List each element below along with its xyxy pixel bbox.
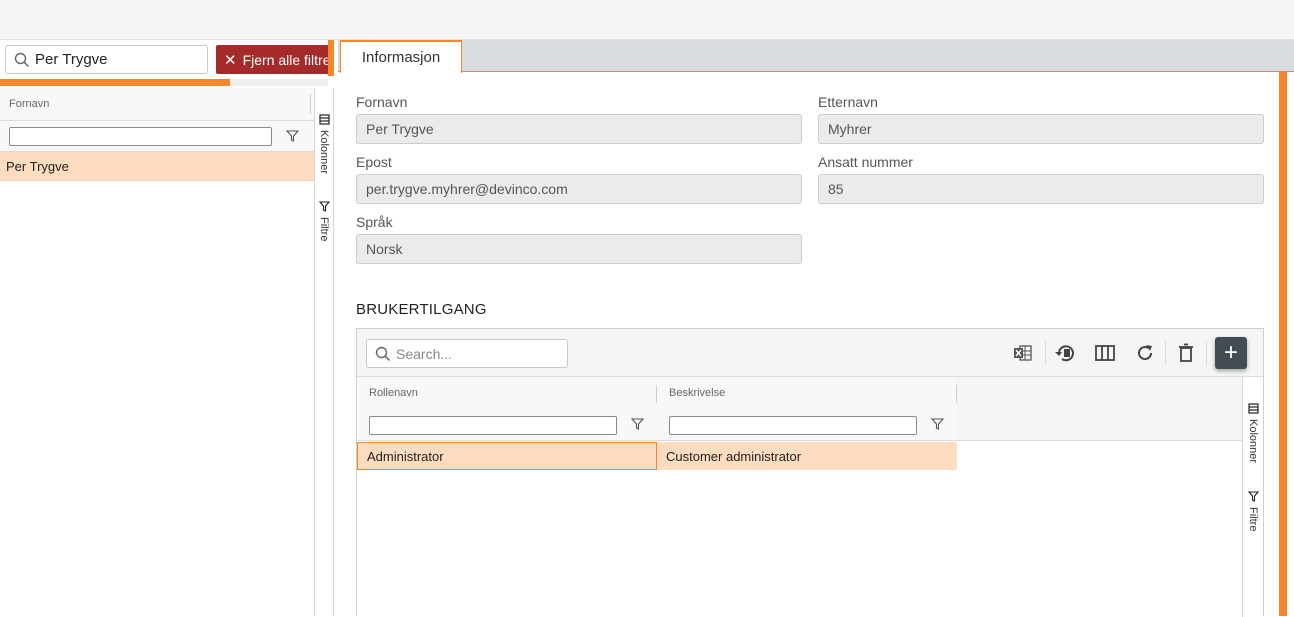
section-title: BRUKERTILGANG <box>356 301 487 318</box>
tab-bar: Informasjon <box>338 40 1294 73</box>
column-header-label: Beskrivelse <box>669 387 726 399</box>
add-button[interactable]: + <box>1215 337 1247 369</box>
filters-toggle[interactable]: Filtre <box>318 201 330 241</box>
column-header-label: Fornavn <box>9 98 50 110</box>
clear-filters-label: Fjern alle filtre <box>242 51 328 68</box>
columns-label: Kolonner <box>1247 419 1259 464</box>
last-name-label: Etternavn <box>818 94 878 110</box>
language-field[interactable]: Norsk <box>356 234 802 264</box>
toolbar-separator <box>1206 341 1207 365</box>
filter-row <box>357 409 957 441</box>
role-cell[interactable]: Administrator <box>357 442 657 470</box>
grid-side-rail: Kolonner Filtre <box>1242 377 1263 617</box>
excel-icon <box>1014 345 1032 361</box>
clear-filters-button[interactable]: ✕ Fjern alle filtre <box>216 45 328 74</box>
search-input[interactable]: Per Trygve <box>5 45 208 74</box>
role-value: Administrator <box>367 448 444 464</box>
filter-icon[interactable] <box>931 418 944 430</box>
employee-number-field[interactable]: 85 <box>818 174 1264 204</box>
email-field[interactable]: per.trygve.myhrer@devinco.com <box>356 174 802 204</box>
table-row[interactable]: Per Trygve <box>0 152 314 181</box>
progress-bar <box>0 79 230 86</box>
grid-search-input[interactable]: Search... <box>366 339 568 368</box>
columns-label: Kolonner <box>318 130 330 175</box>
columns-toggle[interactable]: Kolonner <box>1247 403 1259 463</box>
filter-icon[interactable] <box>631 418 644 430</box>
plus-icon: + <box>1223 339 1238 366</box>
grid-toolbar: Search... + <box>357 329 1263 377</box>
column-separator[interactable] <box>310 94 311 114</box>
filter-icon[interactable] <box>286 130 299 142</box>
trash-icon <box>1179 343 1193 362</box>
column-separator[interactable] <box>656 385 657 403</box>
first-name-field[interactable]: Per Trygve <box>356 114 802 144</box>
export-excel-button[interactable] <box>1011 341 1035 365</box>
accent-bar <box>328 40 334 76</box>
filter-icon <box>318 201 330 212</box>
search-value: Per Trygve <box>35 51 108 68</box>
search-icon <box>14 52 30 67</box>
delete-button[interactable] <box>1174 341 1198 365</box>
row-first-name: Per Trygve <box>6 158 69 174</box>
description-value: Customer administrator <box>666 448 802 464</box>
grid-side-rail: Kolonner Filtre <box>316 88 334 616</box>
last-name-value: Myhrer <box>828 121 872 137</box>
first-name-value: Per Trygve <box>366 121 434 137</box>
reset-layout-button[interactable] <box>1053 341 1077 365</box>
columns-icon <box>318 114 330 125</box>
filters-toggle[interactable]: Filtre <box>1247 491 1259 531</box>
top-bar <box>0 0 1294 40</box>
search-placeholder: Search... <box>396 345 453 362</box>
description-cell[interactable]: Customer administrator <box>657 442 957 470</box>
column-header-rollenavn[interactable]: Rollenavn <box>369 377 418 409</box>
column-filter-input[interactable] <box>9 126 272 146</box>
tab-label: Informasjon <box>361 49 441 66</box>
last-name-field[interactable]: Myhrer <box>818 114 1264 144</box>
column-header-fornavn[interactable]: Fornavn <box>0 88 314 121</box>
search-icon <box>375 346 391 361</box>
tab-informasjon[interactable]: Informasjon <box>340 40 462 73</box>
role-filter-input[interactable] <box>369 416 617 435</box>
history-icon <box>1055 345 1074 362</box>
first-name-label: Fornavn <box>356 94 408 110</box>
toolbar-separator <box>1165 341 1166 365</box>
column-header-beskrivelse[interactable]: Beskrivelse <box>669 377 725 409</box>
columns-icon <box>1247 403 1259 414</box>
columns-button[interactable] <box>1093 341 1117 365</box>
employee-grid: Fornavn Per Trygve <box>0 88 315 616</box>
employee-number-value: 85 <box>828 181 844 197</box>
filters-label: Filtre <box>1247 507 1259 532</box>
accent-bar <box>1279 72 1287 616</box>
columns-icon <box>1095 345 1115 361</box>
email-value: per.trygve.myhrer@devinco.com <box>366 181 568 197</box>
access-grid: Search... + Rollenavn Beskrivelse Admini… <box>356 328 1264 617</box>
refresh-button[interactable] <box>1133 341 1157 365</box>
progress-track <box>230 79 328 86</box>
grid-header: Rollenavn Beskrivelse <box>357 377 957 409</box>
columns-toggle[interactable]: Kolonner <box>318 114 330 174</box>
email-label: Epost <box>356 154 392 170</box>
grid-header-fill <box>957 377 1263 441</box>
language-label: Språk <box>356 214 393 230</box>
employee-number-label: Ansatt nummer <box>818 154 913 170</box>
filter-icon <box>1247 491 1259 502</box>
filter-row <box>0 121 314 152</box>
description-filter-input[interactable] <box>669 416 917 435</box>
refresh-icon <box>1138 345 1153 361</box>
filters-label: Filtre <box>318 217 330 242</box>
left-panel: Per Trygve ✕ Fjern alle filtre Fornavn P… <box>0 40 334 616</box>
detail-panel: Informasjon Fornavn Per Trygve Etternavn… <box>338 40 1294 617</box>
column-header-label: Rollenavn <box>369 387 418 399</box>
close-icon: ✕ <box>224 51 237 69</box>
toolbar-separator <box>1045 341 1046 365</box>
language-value: Norsk <box>366 241 403 257</box>
